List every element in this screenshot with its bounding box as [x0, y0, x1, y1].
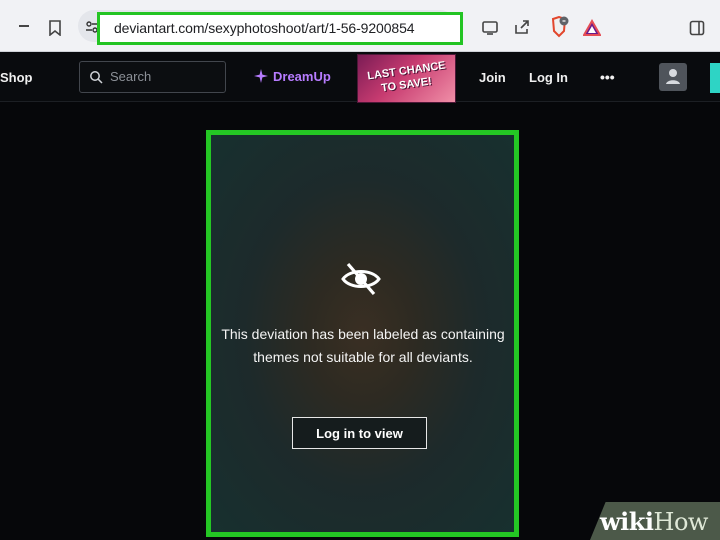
- wikihow-watermark: wikiHow: [600, 507, 708, 536]
- search-glyph: [90, 71, 103, 84]
- brave-shield-icon[interactable]: [548, 15, 570, 39]
- sidebar-toggle-glyph: [689, 20, 705, 36]
- partial-left-icon[interactable]: [14, 16, 34, 36]
- brave-rewards-glyph: [583, 19, 601, 36]
- submit-button-partial[interactable]: [710, 63, 720, 93]
- partial-left-glyph: [19, 25, 29, 27]
- search-placeholder: Search: [110, 69, 152, 84]
- url-text[interactable]: deviantart.com/sexyphotoshoot/art/1-56-9…: [114, 20, 415, 36]
- dreamup-link[interactable]: DreamUp: [253, 68, 331, 84]
- shop-link[interactable]: Shop: [0, 70, 33, 85]
- share-icon[interactable]: [511, 17, 533, 37]
- sparkle-icon: [254, 69, 268, 83]
- wikihow-how: How: [653, 508, 709, 536]
- cast-icon[interactable]: [479, 18, 501, 38]
- dreamup-label: DreamUp: [273, 68, 331, 84]
- promo-banner[interactable]: LAST CHANCE TO SAVE!: [357, 54, 456, 103]
- search-icon: [88, 69, 104, 85]
- share-glyph: [515, 20, 529, 34]
- brave-rewards-icon[interactable]: [581, 17, 603, 39]
- eye-slash-glyph: [341, 262, 381, 296]
- bookmark-icon[interactable]: [45, 18, 65, 38]
- more-menu-icon[interactable]: •••: [600, 69, 615, 85]
- avatar[interactable]: [659, 63, 687, 91]
- login-link[interactable]: Log In: [529, 70, 568, 85]
- eye-slash-icon: [340, 259, 382, 299]
- user-icon: [666, 69, 680, 84]
- join-link[interactable]: Join: [479, 70, 506, 85]
- bookmark-glyph: [49, 20, 61, 36]
- mature-notice-text: This deviation has been labeled as conta…: [221, 326, 505, 365]
- page: deviantart.com/sexyphotoshoot/art/1-56-9…: [0, 0, 720, 540]
- login-to-view-button[interactable]: Log in to view: [292, 417, 427, 449]
- cast-glyph: [482, 21, 498, 35]
- brave-shield-glyph: [551, 16, 569, 38]
- wikihow-wiki: wiki: [600, 507, 654, 536]
- sidebar-toggle-icon[interactable]: [686, 18, 708, 38]
